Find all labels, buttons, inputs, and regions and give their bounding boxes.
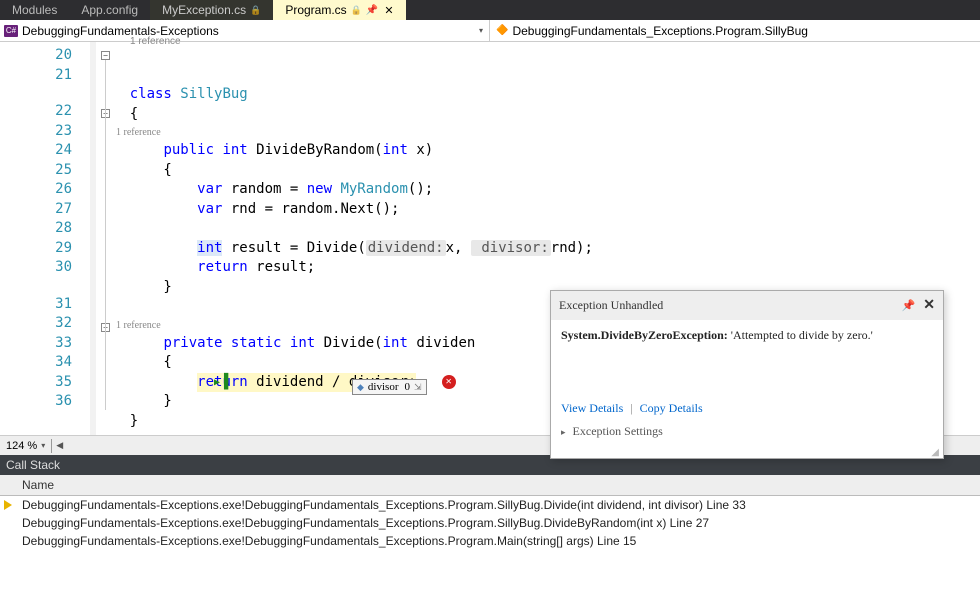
datatip-name: divisor [368, 381, 399, 393]
chevron-down-icon[interactable]: ▾ [41, 441, 45, 450]
chevron-down-icon[interactable]: ▾ [479, 26, 483, 35]
field-icon: ◆ [357, 382, 364, 393]
member-label: DebuggingFundamentals_Exceptions.Program… [512, 24, 808, 38]
frame-text: DebuggingFundamentals-Exceptions.exe!Deb… [22, 498, 746, 512]
lock-icon: 🔒 [351, 5, 362, 16]
close-icon[interactable]: ✕ [923, 297, 935, 314]
tab-appconfig[interactable]: App.config [69, 0, 150, 20]
document-tabs: Modules App.config MyException.cs 🔒 Prog… [0, 0, 980, 20]
datatip[interactable]: ◆ divisor 0 ⇲ [352, 379, 427, 395]
exception-message: 'Attempted to divide by zero.' [731, 328, 873, 342]
exception-type: System.DivideByZeroException: [561, 328, 728, 342]
callstack-frame[interactable]: DebuggingFundamentals-Exceptions.exe!Deb… [0, 532, 980, 550]
exception-settings-label: Exception Settings [573, 424, 663, 438]
separator: | [630, 401, 632, 415]
exception-title-bar: Exception Unhandled 📌 ✕ [551, 291, 943, 320]
code-editor[interactable]: 1 reference 20 21 22 23 24 25 26 27 28 2… [0, 42, 980, 435]
member-dropdown[interactable]: 🔶 DebuggingFundamentals_Exceptions.Progr… [490, 20, 980, 41]
copy-details-link[interactable]: Copy Details [640, 401, 703, 415]
pin-icon[interactable]: 📌 [366, 5, 378, 16]
error-icon[interactable]: ✕ [442, 375, 456, 389]
tab-label: MyException.cs [162, 3, 246, 17]
namespace-dropdown[interactable]: C# DebuggingFundamentals-Exceptions ▾ [0, 20, 490, 41]
view-details-link[interactable]: View Details [561, 401, 623, 415]
namespace-label: DebuggingFundamentals-Exceptions [22, 24, 219, 38]
chevron-right-icon: ▸ [561, 427, 566, 437]
line-gutter: 1 reference 20 21 22 23 24 25 26 27 28 2… [0, 42, 96, 435]
callstack-frame[interactable]: DebuggingFundamentals-Exceptions.exe!Deb… [0, 496, 980, 514]
tab-modules[interactable]: Modules [0, 0, 69, 20]
frame-text: DebuggingFundamentals-Exceptions.exe!Deb… [22, 516, 709, 530]
current-frame-arrow-icon [4, 499, 18, 511]
callstack-frame[interactable]: DebuggingFundamentals-Exceptions.exe!Deb… [0, 514, 980, 532]
close-icon[interactable]: ✕ [384, 4, 393, 17]
lock-icon: 🔒 [250, 5, 261, 16]
callstack-panel: Call Stack Name DebuggingFundamentals-Ex… [0, 455, 980, 550]
tab-myexception[interactable]: MyException.cs 🔒 [150, 0, 273, 20]
pin-icon[interactable]: ⇲ [414, 382, 422, 393]
pin-icon[interactable]: 📌 [902, 299, 916, 312]
exception-title: Exception Unhandled [559, 298, 663, 313]
tab-label: Modules [12, 3, 57, 17]
exception-popup: Exception Unhandled 📌 ✕ System.DivideByZ… [550, 290, 944, 459]
run-to-click-icon[interactable]: ▶ [214, 373, 220, 393]
frame-text: DebuggingFundamentals-Exceptions.exe!Deb… [22, 534, 636, 548]
tab-label: App.config [81, 3, 138, 17]
tab-label: Program.cs [285, 3, 346, 17]
resize-grip-icon[interactable]: ◢ [551, 447, 943, 458]
exception-settings-toggle[interactable]: ▸ Exception Settings [551, 420, 943, 447]
tab-program[interactable]: Program.cs 🔒 📌 ✕ [273, 0, 405, 20]
zoom-value[interactable]: 124 % [6, 440, 37, 452]
callstack-header[interactable]: Name [0, 475, 980, 496]
datatip-value: 0 [404, 381, 410, 393]
csharp-icon: C# [4, 25, 18, 37]
class-icon: 🔶 [496, 25, 508, 36]
chevron-left-icon[interactable]: ◀ [56, 440, 63, 451]
